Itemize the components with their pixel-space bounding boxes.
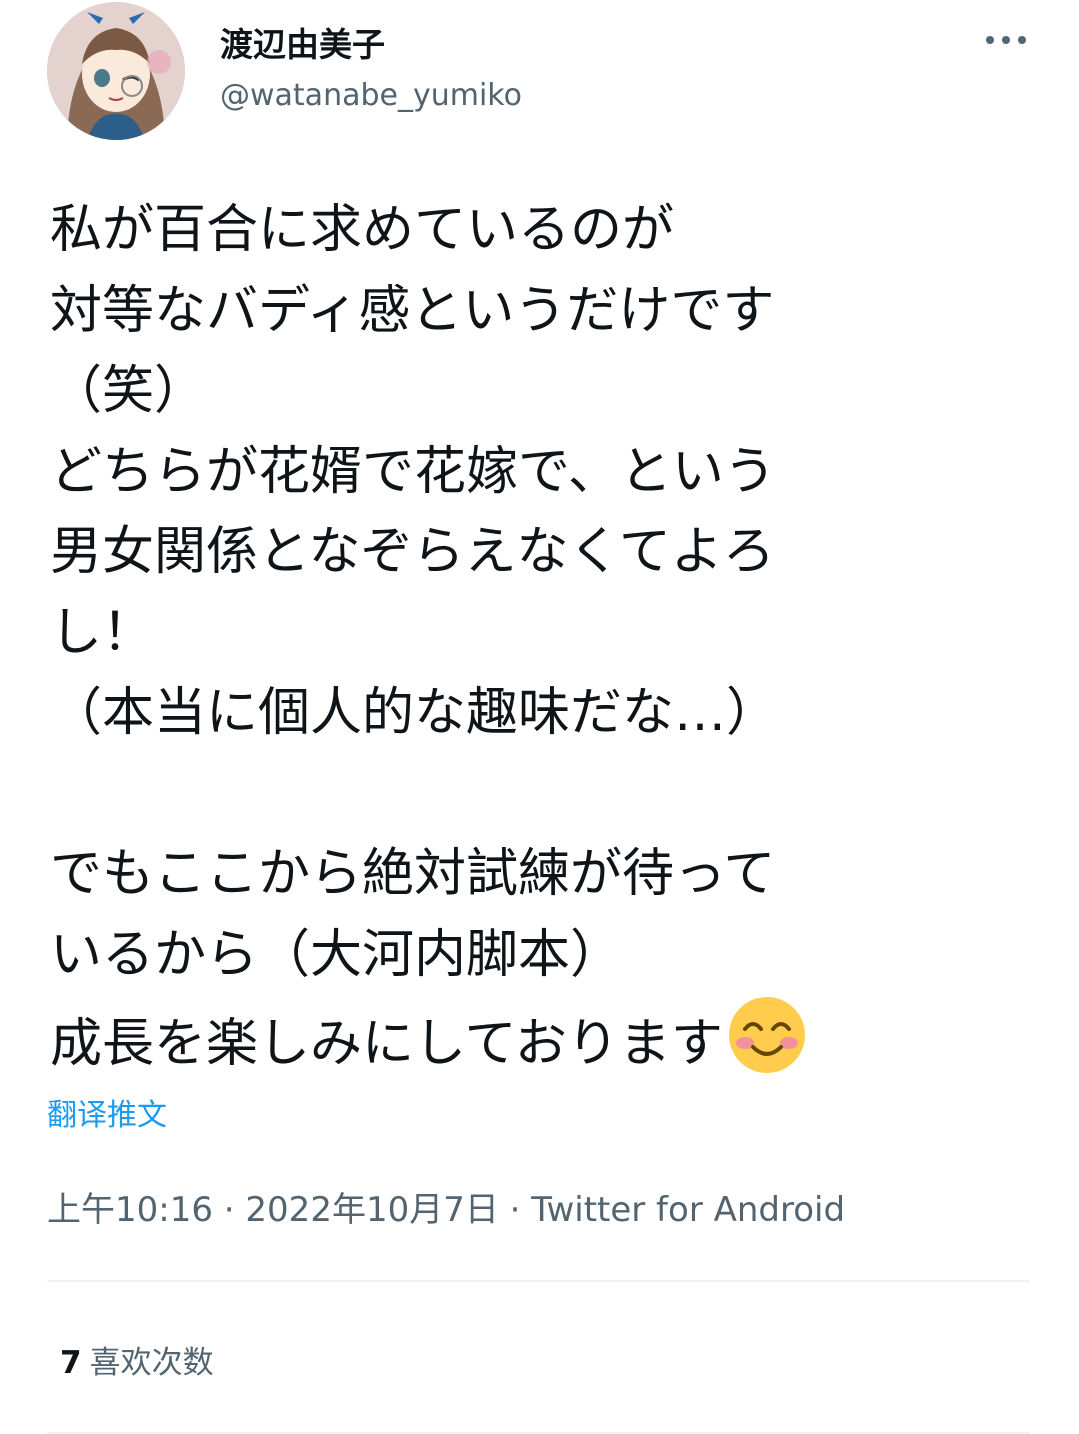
tweet-line: 成長を楽しみにしております	[50, 995, 1050, 1085]
tweet-line: いるから（大河内脚本）	[50, 924, 623, 985]
tweet-line: し！	[50, 602, 155, 663]
tweet-line: 私が百合に求めているのが	[50, 200, 675, 260]
divider	[47, 1280, 1030, 1282]
tweet-line: どちらが花婿で花嫁で、という	[50, 441, 776, 502]
more-options-icon	[986, 36, 1026, 44]
tweet-line: でもここから絶対試練が待って	[50, 844, 776, 904]
tweet-line: 対等なバディ感というだけです	[50, 280, 775, 341]
tweet-meta: 上午10:16 · 2022年10月7日 · Twitter for Andro…	[47, 1182, 845, 1231]
tweet-line	[50, 754, 1050, 835]
tweet-time[interactable]: 上午10:16	[47, 1190, 213, 1230]
tweet-line: 男女関係となぞらえなくてよろ	[50, 522, 775, 582]
translate-tweet-link[interactable]: 翻译推文	[47, 1090, 167, 1134]
likes-stat[interactable]: 7 喜欢次数	[60, 1337, 214, 1382]
meta-separator: ·	[212, 1190, 246, 1230]
meta-separator: ·	[498, 1190, 532, 1230]
tweet-line: （本当に個人的な趣味だな…）	[50, 683, 779, 743]
tweet-text: 私が百合に求めているのが対等なバディ感というだけです （笑） どちらが花婿で花嫁で、…	[50, 190, 1050, 1085]
anime-girl-avatar-icon	[47, 2, 185, 140]
avatar[interactable]	[47, 2, 185, 140]
tweet-source[interactable]: Twitter for Android	[531, 1190, 845, 1230]
likes-label: 喜欢次数	[89, 1345, 214, 1381]
tweet-line: （笑）	[50, 361, 207, 421]
tweet-date[interactable]: 2022年10月7日	[245, 1190, 498, 1230]
user-handle[interactable]: @watanabe_yumiko	[220, 78, 522, 113]
more-options-button[interactable]	[978, 20, 1038, 60]
display-name[interactable]: 渡辺由美子	[220, 18, 385, 66]
likes-count: 7	[60, 1345, 82, 1381]
smiling-face-emoji-icon	[728, 997, 805, 1073]
